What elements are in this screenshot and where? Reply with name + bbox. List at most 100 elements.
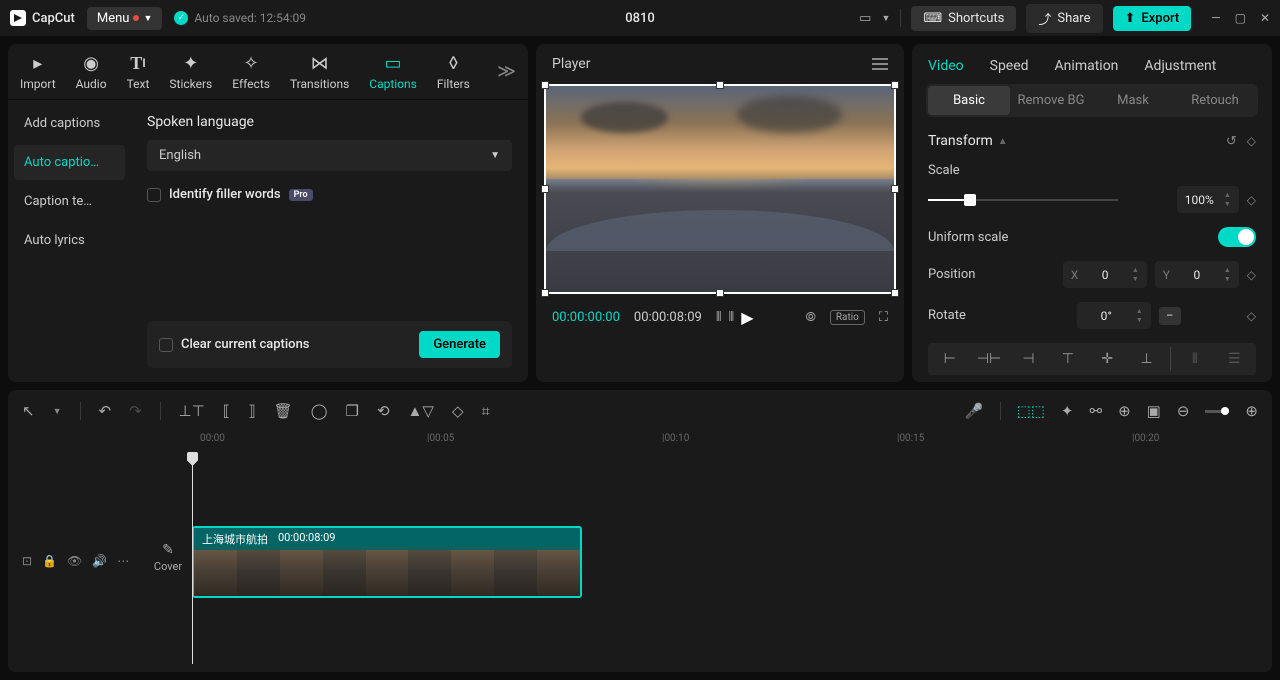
visibility-icon[interactable]: 👁 [67, 554, 82, 568]
mirror-icon[interactable]: ▲▽ [408, 402, 434, 420]
rtab-speed[interactable]: Speed [990, 58, 1029, 74]
video-clip[interactable]: 上海城市航拍 00:00:08:09 [192, 526, 582, 598]
chain-icon[interactable]: ⚯ [1090, 402, 1103, 420]
mirror-button[interactable]: – [1159, 307, 1181, 325]
next-frame-icon[interactable]: ⦀ [729, 310, 732, 325]
keyframe-icon[interactable]: ◇ [1247, 309, 1256, 323]
zoom-in-icon[interactable]: ⊕ [1245, 402, 1258, 420]
crop-icon[interactable]: ⌗ [481, 402, 489, 420]
pointer-tool-icon[interactable]: ↖ [22, 402, 35, 420]
tab-captions[interactable]: ▭Captions [369, 52, 417, 91]
play-button[interactable]: ▶ [741, 308, 753, 327]
zoom-out-icon[interactable]: ⊖ [1177, 402, 1190, 420]
timeline-ruler[interactable]: 00:00 |00:05 |00:10 |00:15 |00:20 [192, 430, 1272, 452]
language-select[interactable]: English ▼ [147, 140, 512, 171]
reset-icon[interactable]: ↺ [1226, 134, 1237, 149]
player-menu-icon[interactable] [872, 58, 888, 70]
track-more-icon[interactable]: ⋯ [117, 554, 129, 568]
tab-import[interactable]: ▸Import [20, 52, 56, 91]
generate-button[interactable]: Generate [419, 331, 500, 358]
marker-icon[interactable]: ◯ [311, 402, 328, 420]
rtab-animation[interactable]: Animation [1055, 58, 1119, 74]
thumbnail-icon[interactable]: ▣ [1147, 402, 1161, 420]
resize-handle[interactable] [716, 81, 724, 89]
video-preview[interactable] [544, 84, 896, 294]
mic-icon[interactable]: 🎤 [965, 402, 984, 420]
tab-filters[interactable]: ◊Filters [437, 52, 470, 91]
prev-frame-icon[interactable]: ⦀ [716, 310, 719, 325]
resize-handle[interactable] [891, 185, 899, 193]
tab-text[interactable]: TIText [127, 52, 150, 91]
player-panel: Player 00:00:00:00 00:00:08:09 ⦀ ⦀ ▶ ⦾ [536, 44, 904, 382]
layout-icon[interactable]: ▭ [859, 11, 871, 26]
align-bottom-icon[interactable]: ⊥ [1129, 347, 1164, 371]
menu-button[interactable]: Menu▼ [87, 7, 163, 30]
rotate-input[interactable]: 0°▲▼ [1077, 302, 1151, 329]
share-button[interactable]: ⤴ Share [1026, 4, 1102, 33]
align-center-h-icon[interactable]: ⊣⊢ [971, 347, 1006, 371]
distribute-h-icon[interactable]: ⦀ [1177, 347, 1212, 371]
keyframe-icon[interactable]: ◇ [1247, 193, 1256, 207]
distribute-v-icon[interactable]: ☰ [1217, 347, 1252, 371]
scale-input[interactable]: 100%▲▼ [1177, 186, 1239, 213]
clear-checkbox[interactable] [159, 338, 173, 352]
tab-stickers[interactable]: ✦Stickers [169, 52, 212, 91]
keyframe-icon[interactable]: ◇ [1247, 134, 1256, 149]
split-right-icon[interactable]: ⟧ [248, 402, 255, 420]
align-left-icon[interactable]: ⊢ [932, 347, 967, 371]
delete-icon[interactable]: 🗑 [274, 402, 293, 420]
subtab-basic[interactable]: Basic [928, 86, 1010, 115]
position-x-input[interactable]: X0▲▼ [1063, 261, 1147, 288]
scale-slider[interactable] [928, 199, 1118, 201]
undo-icon[interactable]: ↶ [99, 402, 112, 420]
playhead[interactable] [192, 454, 193, 664]
sidebar-auto-captions[interactable]: Auto captio… [14, 145, 125, 180]
sidebar-add-captions[interactable]: Add captions [14, 106, 125, 141]
rotate-icon[interactable]: ◇ [452, 402, 464, 420]
rtab-adjustment[interactable]: Adjustment [1144, 58, 1216, 74]
align-top-icon[interactable]: ⊤ [1050, 347, 1085, 371]
reverse-icon[interactable]: ⟲ [377, 402, 390, 420]
sidebar-caption-template[interactable]: Caption te… [14, 184, 125, 219]
resize-handle[interactable] [541, 185, 549, 193]
resize-handle[interactable] [891, 289, 899, 297]
tab-audio[interactable]: ◉Audio [76, 52, 107, 91]
subtab-removebg[interactable]: Remove BG [1010, 86, 1092, 115]
mute-icon[interactable]: 🔊 [92, 554, 107, 568]
rtab-video[interactable]: Video [928, 58, 964, 74]
resize-handle[interactable] [541, 81, 549, 89]
resize-handle[interactable] [716, 289, 724, 297]
tab-transitions[interactable]: ⋈Transitions [290, 52, 349, 91]
redo-icon[interactable]: ↷ [129, 402, 142, 420]
fullscreen-icon[interactable]: ⛶ [879, 310, 888, 325]
preview-icon[interactable]: ⊕ [1118, 402, 1131, 420]
expand-track-icon[interactable]: ⊡ [22, 554, 32, 568]
split-left-icon[interactable]: ⟦ [223, 402, 230, 420]
magnet-icon[interactable]: ⬚⬚ [1017, 402, 1045, 420]
link-icon[interactable]: ✦ [1061, 402, 1074, 420]
close-button[interactable]: ✕ [1260, 11, 1270, 25]
copy-icon[interactable]: ❐ [346, 402, 359, 420]
keyframe-icon[interactable]: ◇ [1247, 268, 1256, 282]
maximize-button[interactable]: ▢ [1235, 11, 1246, 25]
align-right-icon[interactable]: ⊣ [1011, 347, 1046, 371]
resize-handle[interactable] [541, 289, 549, 297]
sidebar-auto-lyrics[interactable]: Auto lyrics [14, 223, 125, 258]
cover-button[interactable]: ✎ Cover [150, 542, 186, 573]
position-y-input[interactable]: Y0▲▼ [1155, 261, 1239, 288]
lock-track-icon[interactable]: 🔒 [42, 554, 57, 568]
export-button[interactable]: ⬆ Export [1113, 6, 1192, 31]
expand-tabs-icon[interactable]: ≫ [497, 61, 516, 82]
align-center-v-icon[interactable]: ✛ [1090, 347, 1125, 371]
minimize-button[interactable]: — [1211, 11, 1220, 25]
filler-checkbox[interactable] [147, 188, 161, 202]
shortcuts-button[interactable]: ⌨ Shortcuts [911, 6, 1016, 31]
uniform-toggle[interactable] [1218, 227, 1256, 247]
split-icon[interactable]: ⊥⊤ [179, 402, 205, 420]
subtab-retouch[interactable]: Retouch [1174, 86, 1256, 115]
subtab-mask[interactable]: Mask [1092, 86, 1174, 115]
snapshot-icon[interactable]: ⦾ [805, 310, 815, 325]
resize-handle[interactable] [891, 81, 899, 89]
tab-effects[interactable]: ✧Effects [232, 52, 270, 91]
ratio-button[interactable]: Ratio [830, 310, 865, 325]
